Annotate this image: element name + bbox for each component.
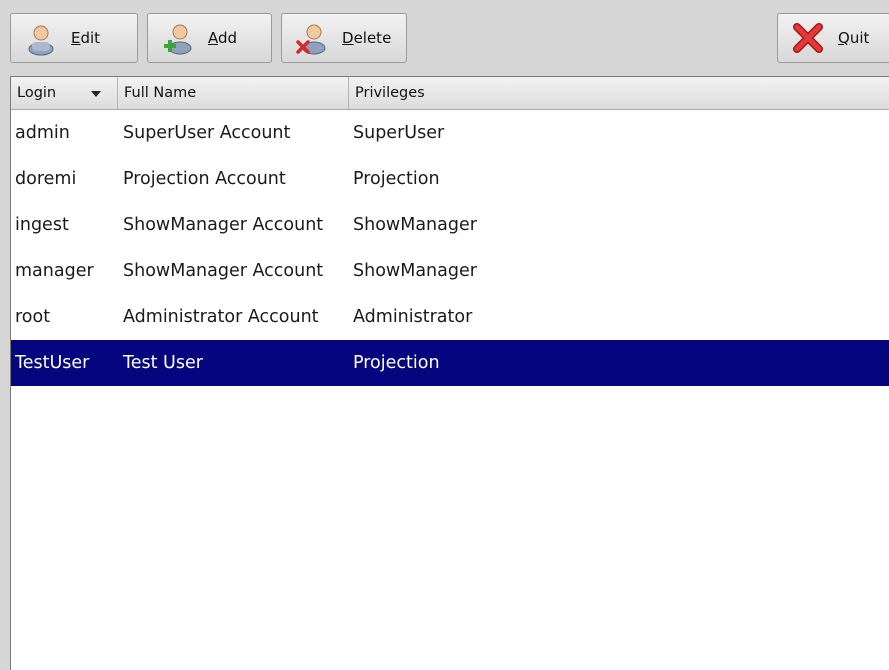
column-header-privileges[interactable]: Privileges (349, 77, 889, 109)
add-button[interactable]: Add (147, 13, 272, 63)
users-table: Login Full Name Privileges admin SuperUs… (10, 76, 889, 670)
table-header: Login Full Name Privileges (11, 77, 889, 110)
cell-login: admin (15, 123, 70, 143)
user-add-icon (164, 24, 192, 55)
cell-privileges: Projection (353, 353, 440, 373)
cell-privileges: ShowManager (353, 215, 477, 235)
cell-login: ingest (15, 215, 69, 235)
table-row[interactable]: doremi Projection Account Projection (11, 156, 889, 202)
edit-button[interactable]: Edit (10, 13, 138, 63)
cell-privileges: Projection (353, 169, 440, 189)
sort-descending-icon (91, 91, 101, 97)
cell-privileges: SuperUser (353, 123, 445, 143)
table-row[interactable]: TestUser Test User Projection (11, 340, 889, 386)
user-edit-icon (28, 25, 54, 56)
table-row[interactable]: root Administrator Account Administrator (11, 294, 889, 340)
cell-login: TestUser (15, 353, 90, 373)
cell-login: manager (15, 261, 94, 281)
column-header-full-name[interactable]: Full Name (118, 77, 349, 109)
delete-label: Delete (342, 29, 392, 47)
cell-full-name: SuperUser Account (123, 123, 291, 143)
toolbar: Edit Add Delete Quit (0, 0, 889, 76)
cell-full-name: ShowManager Account (123, 261, 324, 281)
cell-privileges: Administrator (353, 307, 473, 327)
cell-full-name: Projection Account (123, 169, 286, 189)
delete-button[interactable]: Delete (281, 13, 407, 63)
table-row[interactable]: manager ShowManager Account ShowManager (11, 248, 889, 294)
cell-login: root (15, 307, 51, 327)
column-header-label: Privileges (355, 85, 425, 101)
column-header-login[interactable]: Login (11, 77, 118, 109)
table-row[interactable]: ingest ShowManager Account ShowManager (11, 202, 889, 248)
cell-login: doremi (15, 169, 77, 189)
cell-privileges: ShowManager (353, 261, 477, 281)
column-header-label: Login (17, 85, 57, 101)
cell-full-name: ShowManager Account (123, 215, 324, 235)
quit-label: Quit (838, 29, 870, 47)
user-manager-window: Edit Add Delete Quit Login Full Name Pri… (0, 0, 889, 670)
table-row[interactable]: admin SuperUser Account SuperUser (11, 110, 889, 156)
edit-label: Edit (71, 29, 101, 47)
user-delete-icon (296, 24, 326, 55)
quit-x-icon (793, 23, 823, 53)
add-label: Add (208, 29, 238, 47)
column-header-label: Full Name (124, 85, 197, 101)
quit-button[interactable]: Quit (777, 13, 889, 63)
cell-full-name: Test User (123, 353, 203, 373)
cell-full-name: Administrator Account (123, 307, 319, 327)
